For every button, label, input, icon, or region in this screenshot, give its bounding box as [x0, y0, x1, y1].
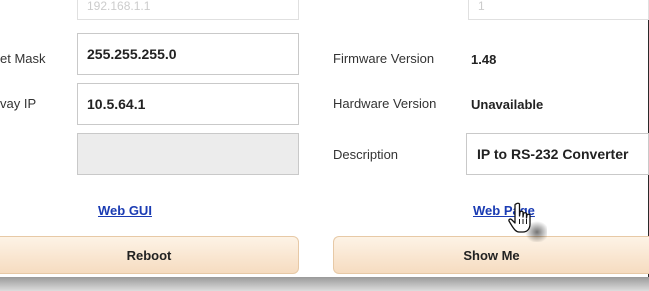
description-field[interactable]: IP to RS-232 Converter — [466, 133, 649, 175]
hardware-version-label: Hardware Version — [333, 96, 437, 111]
bottom-shadow — [0, 277, 649, 291]
subnet-mask-field[interactable]: 255.255.255.0 — [77, 33, 299, 75]
right-top-field[interactable]: 1 — [468, 0, 649, 20]
gateway-ip-label: vay IP — [0, 96, 37, 111]
blank-field — [77, 133, 299, 175]
description-label: Description — [333, 147, 399, 162]
hand-pointer-icon — [508, 202, 547, 242]
show-me-button[interactable]: Show Me — [333, 236, 649, 274]
firmware-version-value: 1.48 — [471, 52, 497, 67]
gateway-ip-field[interactable]: 10.5.64.1 — [77, 83, 299, 125]
hardware-version-value: Unavailable — [471, 97, 544, 112]
web-gui-link[interactable]: Web GUI — [98, 203, 152, 218]
reboot-button[interactable]: Reboot — [0, 236, 299, 274]
firmware-version-label: Firmware Version — [333, 51, 435, 66]
ip-address-field[interactable]: 192.168.1.1 — [77, 0, 299, 20]
subnet-mask-label: et Mask — [0, 51, 46, 66]
